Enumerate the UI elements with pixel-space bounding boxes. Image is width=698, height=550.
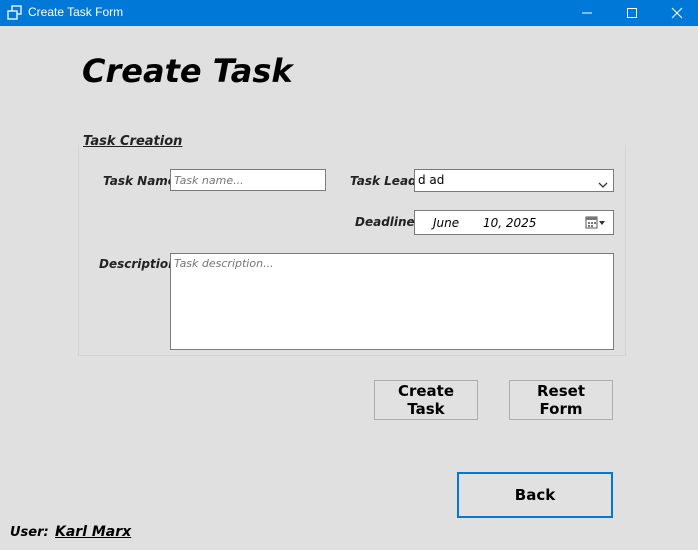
maximize-icon: [627, 8, 637, 18]
deadline-label: Deadline: [355, 215, 415, 229]
task-name-input[interactable]: [170, 169, 326, 191]
group-label: Task Creation: [83, 134, 185, 149]
maximize-button[interactable]: [609, 0, 655, 26]
task-lead-value: d ad: [418, 173, 445, 187]
close-icon: [671, 7, 683, 19]
minimize-icon: [582, 12, 592, 14]
title-bar[interactable]: Create Task Form: [0, 0, 698, 26]
user-name[interactable]: Karl Marx: [55, 524, 131, 540]
task-name-label: Task Name: [103, 174, 176, 188]
calendar-icon[interactable]: [585, 215, 607, 234]
deadline-month[interactable]: June: [433, 216, 459, 230]
reset-form-button[interactable]: Reset Form: [509, 380, 613, 420]
app-icon: [7, 5, 23, 21]
window-title: Create Task Form: [28, 5, 124, 19]
task-lead-select[interactable]: d ad: [414, 169, 614, 192]
minimize-button[interactable]: [564, 0, 610, 26]
user-label: User:: [10, 525, 49, 540]
create-task-button[interactable]: Create Task: [374, 380, 478, 420]
chevron-down-icon[interactable]: [597, 175, 609, 194]
description-label: Description: [99, 257, 177, 271]
deadline-day-year[interactable]: 10, 2025: [483, 216, 536, 230]
description-field[interactable]: [170, 253, 614, 350]
page-title: Create Task: [82, 52, 293, 90]
back-button[interactable]: Back: [457, 472, 613, 518]
task-lead-label: Task Lead: [350, 174, 417, 188]
close-button[interactable]: [654, 0, 698, 26]
deadline-picker[interactable]: June 10, 2025: [414, 210, 614, 235]
